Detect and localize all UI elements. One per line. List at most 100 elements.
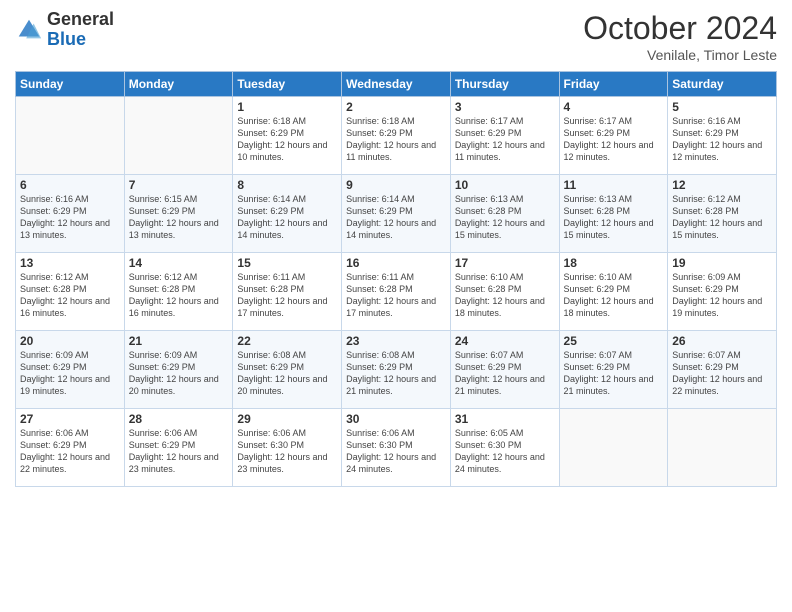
day-number: 3 [455,100,555,114]
day-info: Sunrise: 6:09 AMSunset: 6:29 PMDaylight:… [20,349,120,398]
calendar-table: SundayMondayTuesdayWednesdayThursdayFrid… [15,71,777,487]
calendar-cell: 21Sunrise: 6:09 AMSunset: 6:29 PMDayligh… [124,331,233,409]
day-number: 30 [346,412,446,426]
day-number: 20 [20,334,120,348]
calendar-cell: 1Sunrise: 6:18 AMSunset: 6:29 PMDaylight… [233,97,342,175]
calendar-cell: 9Sunrise: 6:14 AMSunset: 6:29 PMDaylight… [342,175,451,253]
calendar-cell: 5Sunrise: 6:16 AMSunset: 6:29 PMDaylight… [668,97,777,175]
day-number: 14 [129,256,229,270]
header: General Blue October 2024 Venilale, Timo… [15,10,777,63]
logo-general-text: General [47,10,114,30]
day-number: 13 [20,256,120,270]
calendar-cell: 13Sunrise: 6:12 AMSunset: 6:28 PMDayligh… [16,253,125,331]
calendar-cell: 11Sunrise: 6:13 AMSunset: 6:28 PMDayligh… [559,175,668,253]
day-number: 24 [455,334,555,348]
calendar-cell: 24Sunrise: 6:07 AMSunset: 6:29 PMDayligh… [450,331,559,409]
calendar-cell: 12Sunrise: 6:12 AMSunset: 6:28 PMDayligh… [668,175,777,253]
calendar-cell: 15Sunrise: 6:11 AMSunset: 6:28 PMDayligh… [233,253,342,331]
day-info: Sunrise: 6:12 AMSunset: 6:28 PMDaylight:… [672,193,772,242]
calendar-cell: 18Sunrise: 6:10 AMSunset: 6:29 PMDayligh… [559,253,668,331]
day-number: 29 [237,412,337,426]
day-info: Sunrise: 6:17 AMSunset: 6:29 PMDaylight:… [455,115,555,164]
header-row: SundayMondayTuesdayWednesdayThursdayFrid… [16,72,777,97]
day-info: Sunrise: 6:06 AMSunset: 6:30 PMDaylight:… [237,427,337,476]
day-info: Sunrise: 6:12 AMSunset: 6:28 PMDaylight:… [129,271,229,320]
calendar-cell: 26Sunrise: 6:07 AMSunset: 6:29 PMDayligh… [668,331,777,409]
day-number: 8 [237,178,337,192]
page: General Blue October 2024 Venilale, Timo… [0,0,792,612]
day-number: 9 [346,178,446,192]
day-number: 25 [564,334,664,348]
day-number: 21 [129,334,229,348]
calendar-cell: 8Sunrise: 6:14 AMSunset: 6:29 PMDaylight… [233,175,342,253]
day-info: Sunrise: 6:06 AMSunset: 6:29 PMDaylight:… [129,427,229,476]
calendar-cell: 3Sunrise: 6:17 AMSunset: 6:29 PMDaylight… [450,97,559,175]
logo-icon [15,16,43,44]
day-info: Sunrise: 6:16 AMSunset: 6:29 PMDaylight:… [672,115,772,164]
calendar-cell [16,97,125,175]
logo-blue-text: Blue [47,30,114,50]
calendar-cell: 31Sunrise: 6:05 AMSunset: 6:30 PMDayligh… [450,409,559,487]
day-info: Sunrise: 6:06 AMSunset: 6:29 PMDaylight:… [20,427,120,476]
day-number: 10 [455,178,555,192]
day-info: Sunrise: 6:18 AMSunset: 6:29 PMDaylight:… [237,115,337,164]
calendar-cell: 10Sunrise: 6:13 AMSunset: 6:28 PMDayligh… [450,175,559,253]
day-info: Sunrise: 6:12 AMSunset: 6:28 PMDaylight:… [20,271,120,320]
day-info: Sunrise: 6:07 AMSunset: 6:29 PMDaylight:… [564,349,664,398]
day-number: 19 [672,256,772,270]
calendar-week-row: 1Sunrise: 6:18 AMSunset: 6:29 PMDaylight… [16,97,777,175]
day-number: 15 [237,256,337,270]
day-info: Sunrise: 6:08 AMSunset: 6:29 PMDaylight:… [346,349,446,398]
weekday-header: Monday [124,72,233,97]
calendar-cell: 20Sunrise: 6:09 AMSunset: 6:29 PMDayligh… [16,331,125,409]
day-info: Sunrise: 6:07 AMSunset: 6:29 PMDaylight:… [455,349,555,398]
calendar-cell [668,409,777,487]
location-title: Venilale, Timor Leste [583,47,777,63]
logo: General Blue [15,10,114,50]
calendar-cell: 30Sunrise: 6:06 AMSunset: 6:30 PMDayligh… [342,409,451,487]
day-info: Sunrise: 6:07 AMSunset: 6:29 PMDaylight:… [672,349,772,398]
day-info: Sunrise: 6:11 AMSunset: 6:28 PMDaylight:… [346,271,446,320]
calendar-cell: 19Sunrise: 6:09 AMSunset: 6:29 PMDayligh… [668,253,777,331]
calendar-cell [559,409,668,487]
day-info: Sunrise: 6:10 AMSunset: 6:28 PMDaylight:… [455,271,555,320]
day-number: 31 [455,412,555,426]
day-info: Sunrise: 6:08 AMSunset: 6:29 PMDaylight:… [237,349,337,398]
calendar-cell: 6Sunrise: 6:16 AMSunset: 6:29 PMDaylight… [16,175,125,253]
day-number: 5 [672,100,772,114]
day-number: 27 [20,412,120,426]
day-number: 26 [672,334,772,348]
day-info: Sunrise: 6:13 AMSunset: 6:28 PMDaylight:… [564,193,664,242]
day-info: Sunrise: 6:10 AMSunset: 6:29 PMDaylight:… [564,271,664,320]
day-number: 4 [564,100,664,114]
day-number: 22 [237,334,337,348]
day-number: 23 [346,334,446,348]
day-info: Sunrise: 6:05 AMSunset: 6:30 PMDaylight:… [455,427,555,476]
calendar-cell: 28Sunrise: 6:06 AMSunset: 6:29 PMDayligh… [124,409,233,487]
day-info: Sunrise: 6:18 AMSunset: 6:29 PMDaylight:… [346,115,446,164]
day-info: Sunrise: 6:06 AMSunset: 6:30 PMDaylight:… [346,427,446,476]
day-info: Sunrise: 6:14 AMSunset: 6:29 PMDaylight:… [237,193,337,242]
calendar-cell: 4Sunrise: 6:17 AMSunset: 6:29 PMDaylight… [559,97,668,175]
calendar-cell: 2Sunrise: 6:18 AMSunset: 6:29 PMDaylight… [342,97,451,175]
calendar-cell: 23Sunrise: 6:08 AMSunset: 6:29 PMDayligh… [342,331,451,409]
day-number: 7 [129,178,229,192]
weekday-header: Friday [559,72,668,97]
calendar-cell: 17Sunrise: 6:10 AMSunset: 6:28 PMDayligh… [450,253,559,331]
day-info: Sunrise: 6:09 AMSunset: 6:29 PMDaylight:… [129,349,229,398]
month-title: October 2024 [583,10,777,47]
weekday-header: Tuesday [233,72,342,97]
day-number: 16 [346,256,446,270]
day-info: Sunrise: 6:09 AMSunset: 6:29 PMDaylight:… [672,271,772,320]
day-number: 1 [237,100,337,114]
day-number: 2 [346,100,446,114]
day-info: Sunrise: 6:17 AMSunset: 6:29 PMDaylight:… [564,115,664,164]
logo-text: General Blue [47,10,114,50]
calendar-week-row: 20Sunrise: 6:09 AMSunset: 6:29 PMDayligh… [16,331,777,409]
calendar-cell: 27Sunrise: 6:06 AMSunset: 6:29 PMDayligh… [16,409,125,487]
day-number: 12 [672,178,772,192]
day-number: 28 [129,412,229,426]
calendar-week-row: 6Sunrise: 6:16 AMSunset: 6:29 PMDaylight… [16,175,777,253]
day-info: Sunrise: 6:11 AMSunset: 6:28 PMDaylight:… [237,271,337,320]
weekday-header: Sunday [16,72,125,97]
